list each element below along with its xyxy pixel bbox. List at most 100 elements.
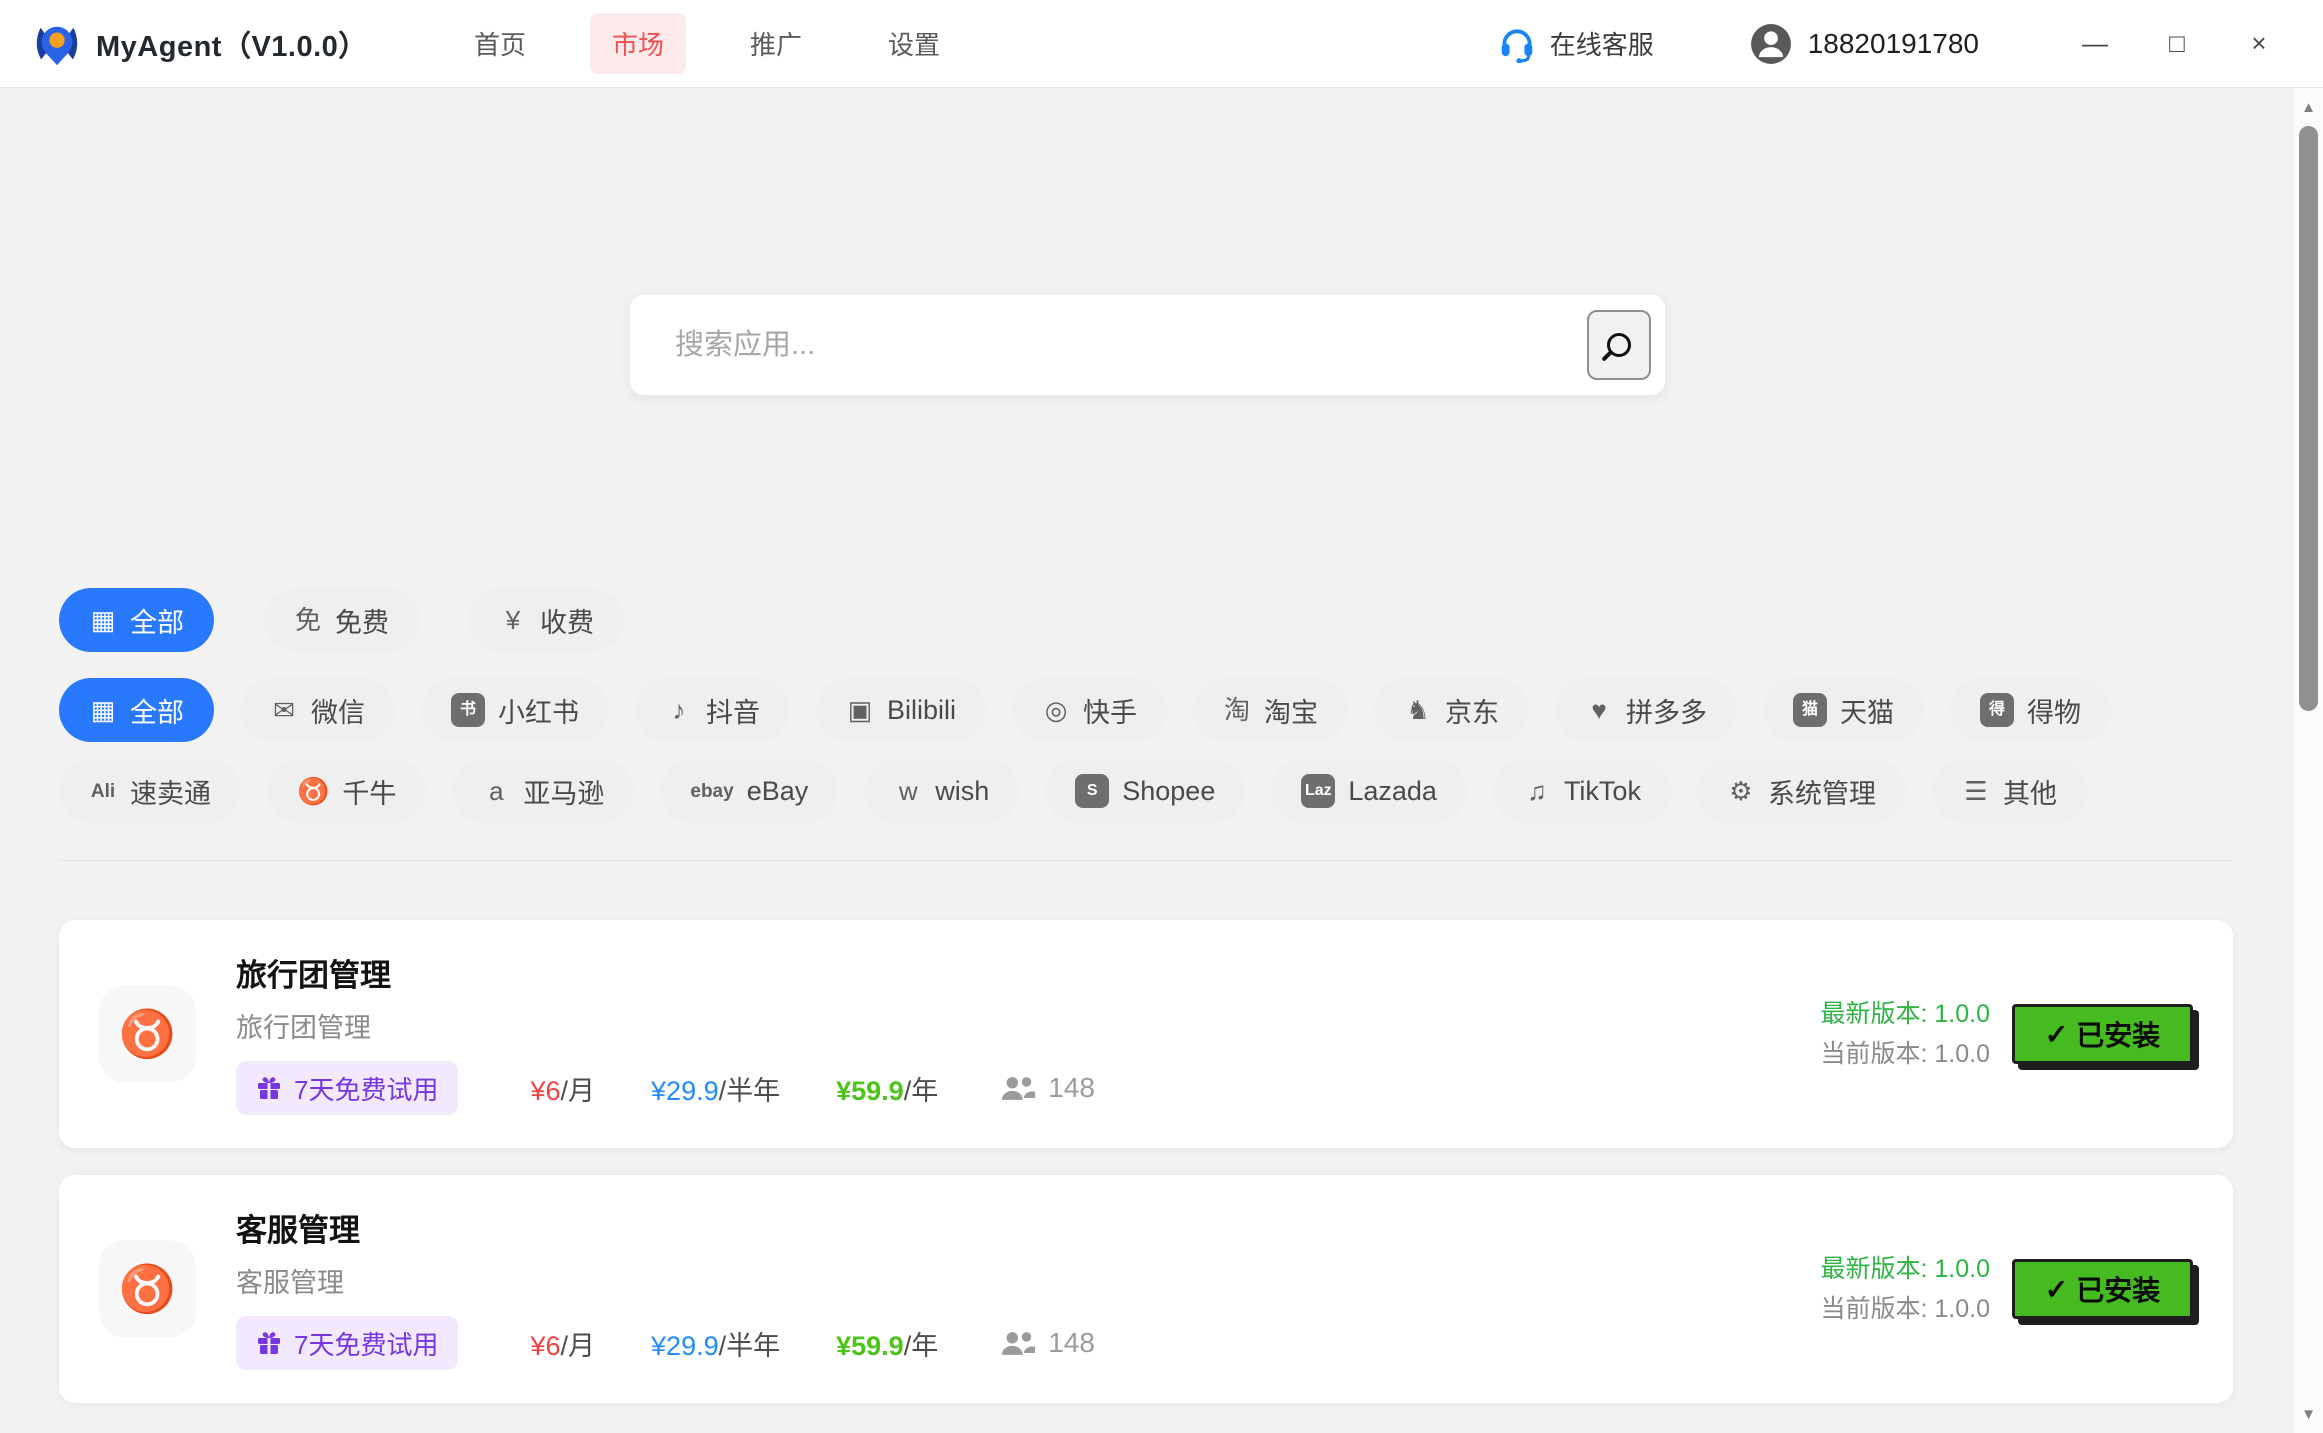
installed-button[interactable]: ✓ 已安装	[2012, 1004, 2193, 1064]
minimize-button[interactable]: —	[2067, 16, 2123, 72]
trial-badge-label: 7天免费试用	[294, 1325, 438, 1362]
platform-pill[interactable]: a 亚马逊	[452, 759, 634, 823]
all-apps-icon: ▦	[89, 697, 117, 723]
account-phone: 18820191780	[1808, 28, 1979, 60]
price-period: /年	[904, 1331, 939, 1361]
platform-pill-label: 快手	[1083, 691, 1137, 730]
app-card-title: 客服管理	[236, 1205, 360, 1250]
price-amount: ¥6	[530, 1331, 560, 1361]
nav-item-label: 首页	[474, 30, 526, 60]
bilibili-icon: ▣	[846, 697, 874, 723]
gift-icon	[256, 1330, 282, 1356]
platform-pill-label: 微信	[311, 691, 365, 730]
search-input[interactable]	[630, 295, 1665, 395]
user-count: 148	[1000, 1072, 1095, 1104]
ebay-icon: ebay	[690, 782, 733, 801]
installed-button-label: 已安装	[2076, 1269, 2160, 1309]
check-icon: ✓	[2045, 1018, 2068, 1051]
platform-pill[interactable]: ♥ 拼多多	[1555, 678, 1737, 742]
price: ¥29.9/半年	[651, 1324, 780, 1363]
jd-dog-icon: ♞	[1404, 697, 1432, 723]
trial-badge-label: 7天免费试用	[294, 1070, 438, 1107]
app-card[interactable]: ♉ 旅行团管理 旅行团管理 7天免费试用	[59, 920, 2233, 1148]
tmall-cat-icon: 猫	[1793, 693, 1827, 727]
app-title: MyAgent（V1.0.0）	[96, 23, 368, 65]
price-list: ¥6/月¥29.9/半年¥59.9/年	[530, 1324, 938, 1363]
filter-pill[interactable]: ▦ 全部	[59, 588, 214, 652]
app-card[interactable]: ♉ 客服管理 客服管理 7天免费试用	[59, 1175, 2233, 1403]
price-amount: ¥59.9	[836, 1076, 904, 1106]
platform-pill-label: 京东	[1445, 691, 1499, 730]
platform-pill[interactable]: ☰ 其他	[1932, 759, 2087, 823]
main-nav: 首页 市场 推广 设置	[452, 13, 962, 74]
window-controls: — □ ×	[2067, 16, 2287, 72]
wechat-icon: ✉	[270, 697, 298, 723]
platform-pill-label: eBay	[747, 776, 809, 807]
platform-pill[interactable]: 猫 天猫	[1763, 678, 1924, 742]
platform-pill[interactable]: ♪ 抖音	[635, 678, 790, 742]
system-manage-icon: ⚙	[1727, 778, 1755, 804]
platform-pill[interactable]: S Shopee	[1045, 759, 1245, 823]
filter-pill[interactable]: ¥ 收费	[469, 588, 624, 652]
platform-filter-row-1: ▦ 全部 ✉ 微信 书 小红书 ♪ 抖音 ▣ Bilibili ◎ 快手	[59, 678, 2111, 742]
platform-pill[interactable]: ▦ 全部	[59, 678, 214, 742]
close-button[interactable]: ×	[2231, 16, 2287, 72]
platform-pill-label: 天猫	[1840, 691, 1894, 730]
price-period: /月	[561, 1331, 596, 1361]
xiaohongshu-icon: 书	[451, 693, 485, 727]
maximize-button[interactable]: □	[2149, 16, 2205, 72]
section-divider	[59, 860, 2233, 861]
app-card-subtitle: 客服管理	[236, 1261, 344, 1300]
platform-pill[interactable]: ♫ TikTok	[1493, 759, 1671, 823]
platform-pill[interactable]: Laz Lazada	[1271, 759, 1467, 823]
dewu-icon: 得	[1980, 693, 2014, 727]
search-bar	[630, 295, 1665, 395]
platform-pill[interactable]: Ali 速卖通	[59, 759, 241, 823]
nav-item-label: 设置	[888, 30, 940, 60]
search-icon	[1607, 333, 1631, 357]
header-right: 在线客服 18820191780 — □ ×	[1498, 16, 2323, 72]
filter-pill-label: 全部	[130, 601, 184, 640]
gift-icon	[256, 1075, 282, 1101]
nav-item[interactable]: 设置	[866, 13, 962, 74]
current-version: 当前版本: 1.0.0	[1821, 1289, 1991, 1329]
installed-button[interactable]: ✓ 已安装	[2012, 1259, 2193, 1319]
platform-pill[interactable]: ♉ 千牛	[267, 759, 426, 823]
version-info: 最新版本: 1.0.0 当前版本: 1.0.0	[1821, 994, 1991, 1074]
platform-pill[interactable]: 淘 淘宝	[1193, 678, 1348, 742]
nav-item[interactable]: 市场	[590, 13, 686, 74]
scrollbar-thumb[interactable]	[2299, 126, 2318, 711]
nav-item-label: 市场	[612, 30, 664, 60]
scroll-down-icon[interactable]: ▼	[2293, 1399, 2323, 1429]
nav-item[interactable]: 首页	[452, 13, 548, 74]
platform-pill[interactable]: ▣ Bilibili	[816, 678, 986, 742]
amazon-icon: a	[482, 778, 510, 804]
price-filter-row: ▦ 全部 免 免费 ¥ 收费	[59, 588, 624, 652]
platform-pill[interactable]: ◎ 快手	[1012, 678, 1167, 742]
platform-pill[interactable]: ♞ 京东	[1374, 678, 1529, 742]
online-support-button[interactable]: 在线客服	[1498, 25, 1654, 63]
scroll-up-icon[interactable]: ▲	[2293, 92, 2323, 122]
search-button[interactable]	[1587, 310, 1651, 380]
platform-pill[interactable]: 得 得物	[1950, 678, 2111, 742]
account[interactable]: 18820191780	[1750, 23, 1979, 65]
users-icon	[1000, 1330, 1036, 1357]
platform-pill[interactable]: w wish	[864, 759, 1019, 823]
platform-pill[interactable]: ebay eBay	[660, 759, 838, 823]
platform-pill[interactable]: ⚙ 系统管理	[1697, 759, 1906, 823]
platform-pill-label: 速卖通	[130, 772, 211, 811]
platform-pill-label: 全部	[130, 691, 184, 730]
platform-pill-label: Bilibili	[887, 695, 956, 726]
filter-pill-label: 收费	[540, 601, 594, 640]
trial-badge: 7天免费试用	[236, 1061, 458, 1115]
latest-version: 最新版本: 1.0.0	[1821, 994, 1991, 1034]
shopee-bag-icon: S	[1075, 774, 1109, 808]
app-card-subtitle: 旅行团管理	[236, 1006, 371, 1045]
platform-pill-label: wish	[935, 776, 989, 807]
platform-pill[interactable]: ✉ 微信	[240, 678, 395, 742]
price: ¥6/月	[530, 1324, 595, 1363]
nav-item[interactable]: 推广	[728, 13, 824, 74]
price: ¥59.9/年	[836, 1069, 938, 1108]
filter-pill[interactable]: 免 免费	[264, 588, 419, 652]
platform-pill[interactable]: 书 小红书	[421, 678, 609, 742]
